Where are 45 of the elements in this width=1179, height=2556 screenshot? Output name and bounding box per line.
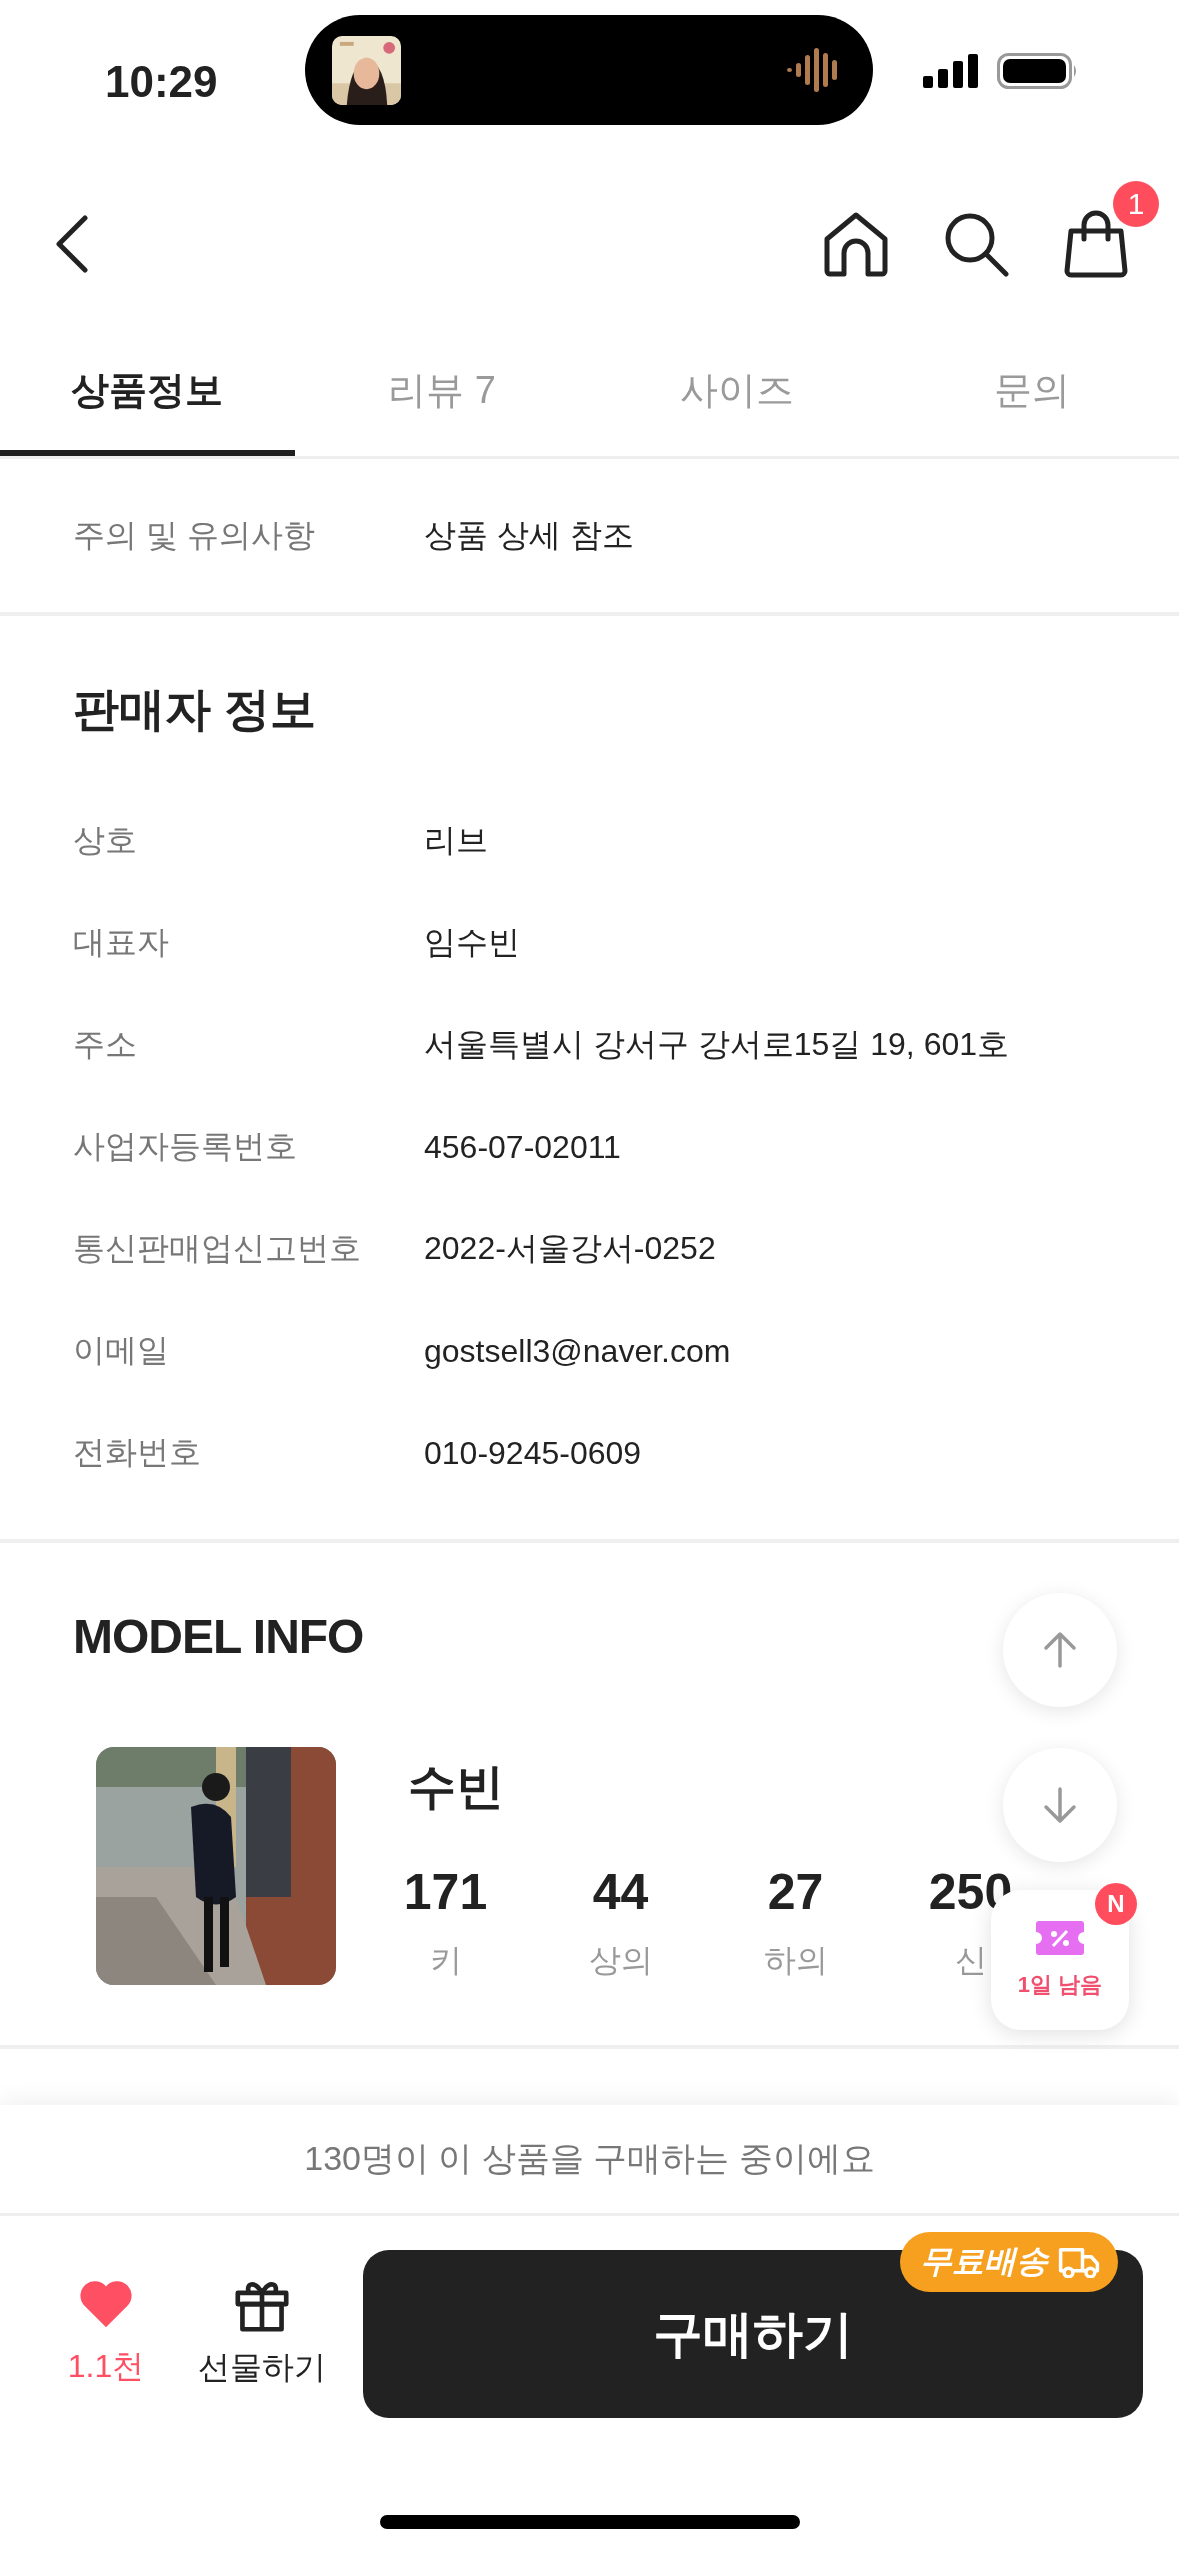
- info-value: 리브: [424, 821, 488, 860]
- info-label: 주의 및 유의사항: [73, 515, 316, 555]
- info-value: 임수빈: [424, 923, 520, 962]
- buyers-note: 130명이 이 상품을 구매하는 중이에요: [0, 2105, 1179, 2216]
- tab[interactable]: 상품정보: [0, 324, 295, 456]
- new-badge: N: [1095, 1883, 1137, 1925]
- signal-icon: [923, 54, 979, 88]
- info-label: 상호: [73, 821, 138, 860]
- free-shipping-badge: 무료배송: [900, 2232, 1118, 2292]
- battery-icon: [997, 53, 1079, 89]
- status-time: 10:29: [105, 57, 219, 107]
- info-value: 010-9245-0609: [424, 1434, 642, 1472]
- info-value: 서울특별시 강서구 강서로15길 19, 601호: [424, 1025, 1010, 1064]
- info-label: 이메일: [73, 1331, 170, 1370]
- stat-value: 171: [403, 1863, 488, 1921]
- info-label: 전화번호: [73, 1433, 202, 1472]
- info-label: 주소: [73, 1025, 138, 1064]
- coupon-icon: [1034, 1920, 1086, 1956]
- tab[interactable]: 리뷰 7: [294, 324, 590, 456]
- cart-count-badge: 1: [1113, 181, 1159, 227]
- info-label: 사업자등록번호: [73, 1127, 298, 1166]
- info-value: 456-07-02011: [424, 1128, 621, 1166]
- audio-wave-icon: [787, 45, 839, 95]
- section-title: MODEL INFO: [72, 1609, 364, 1665]
- truck-icon: [1058, 2246, 1100, 2278]
- like-button[interactable]: 1.1천: [36, 2279, 176, 2389]
- tab[interactable]: 사이즈: [589, 324, 885, 456]
- stat-label: 신: [954, 1941, 987, 1980]
- info-label: 대표자: [73, 923, 170, 962]
- coupon-label: 1일 남음: [1017, 1971, 1103, 1999]
- info-value: 2022-서울강서-0252: [424, 1229, 716, 1268]
- info-value: 상품 상세 참조: [424, 515, 634, 555]
- info-value: gostsell3@naver.com: [424, 1332, 731, 1370]
- model-name: 수빈: [407, 1759, 505, 1815]
- back-icon[interactable]: [55, 214, 89, 274]
- stat-value: 27: [767, 1863, 824, 1921]
- stat-label: 하의: [763, 1941, 828, 1980]
- section-title: 판매자 정보: [72, 682, 316, 737]
- like-count: 1.1천: [67, 2347, 145, 2386]
- stat-label: 상의: [588, 1941, 653, 1980]
- stat-label: 키: [429, 1941, 462, 1980]
- info-label: 통신판매업신고번호: [73, 1229, 362, 1268]
- stat-value: 44: [592, 1863, 649, 1921]
- gift-button[interactable]: 선물하기: [187, 2278, 337, 2390]
- tab[interactable]: 문의: [884, 324, 1179, 456]
